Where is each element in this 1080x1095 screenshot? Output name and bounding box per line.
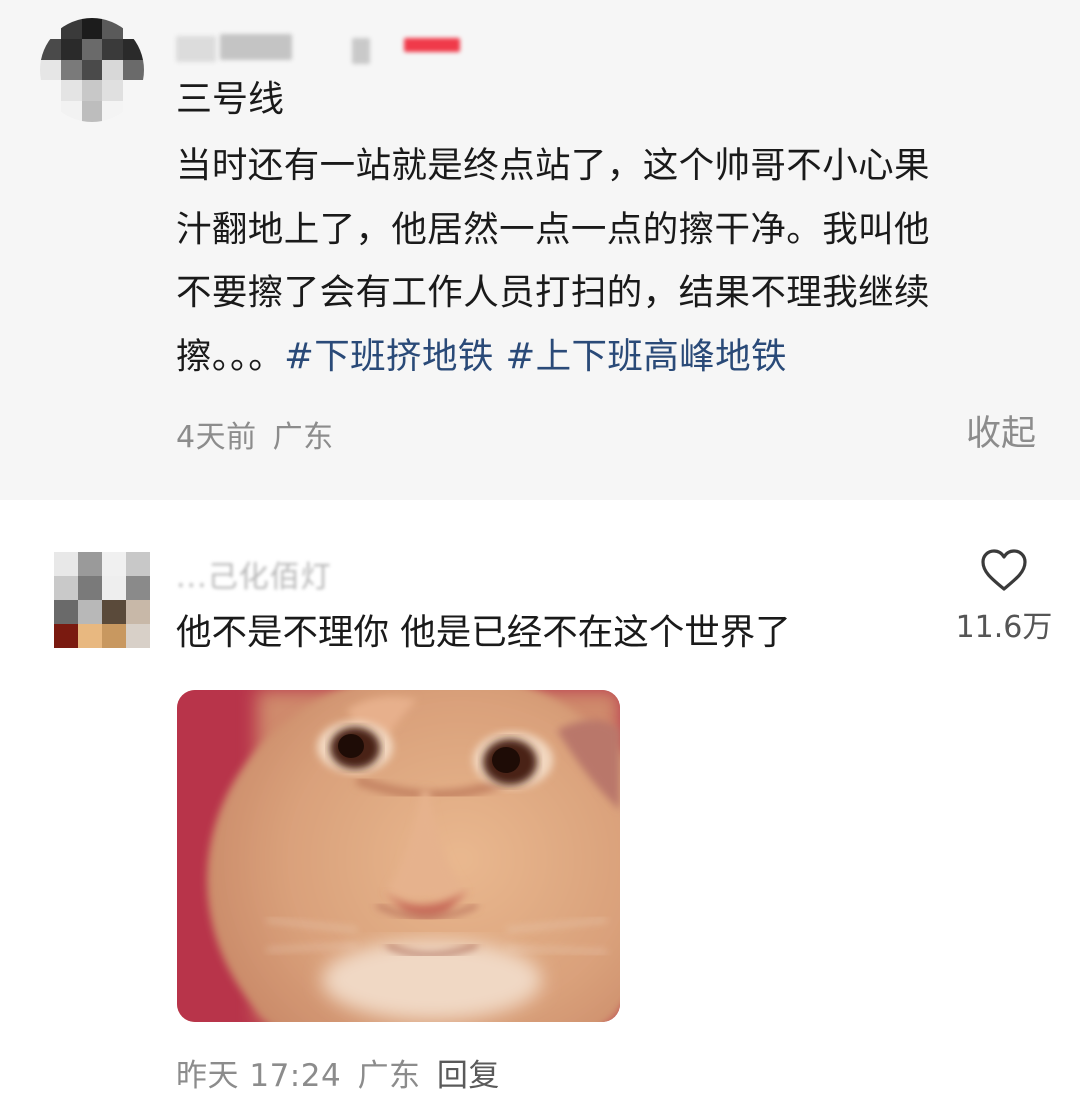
avatar-mosaic-tile: [54, 624, 78, 648]
avatar-mosaic-tile: [102, 600, 126, 624]
avatar-mosaic-tile: [78, 576, 102, 600]
avatar-mosaic-tile: [123, 80, 144, 102]
avatar-mosaic-tile: [81, 59, 103, 81]
avatar-mosaic-tile: [78, 552, 102, 576]
avatar-mosaic-tile: [81, 18, 103, 39]
avatar-mosaic-tile: [40, 80, 61, 102]
like-count: 11.6万: [955, 610, 1053, 645]
avatar-mosaic-tile: [54, 600, 78, 624]
avatar-mosaic-tile: [40, 101, 61, 122]
post-time: 4天前: [176, 420, 257, 455]
avatar-mosaic-tile: [126, 600, 150, 624]
avatar-mosaic-tile: [60, 38, 82, 60]
avatar-mosaic-tile: [102, 552, 126, 576]
avatar-mosaic-tile: [40, 59, 61, 81]
avatar-mosaic-tile: [102, 18, 124, 39]
avatar-mosaic-tile: [102, 576, 126, 600]
comment-author-name[interactable]: ...己化佰灯: [176, 552, 332, 596]
avatar-mosaic-tile: [126, 576, 150, 600]
reply-button[interactable]: 回复: [437, 1058, 500, 1094]
avatar-mosaic-tile: [40, 38, 61, 60]
avatar-mosaic-tile: [123, 59, 144, 81]
avatar-mosaic-tile: [102, 101, 124, 122]
hashtag-link[interactable]: #下班挤地铁: [284, 336, 494, 377]
avatar-mosaic-tile: [81, 38, 103, 60]
post-body: 当时还有一站就是终点站了，这个帅哥不小心果 汁翻地上了，他居然一点一点的擦干净。…: [176, 134, 1036, 388]
avatar-mosaic-tile: [81, 101, 103, 122]
comment-meta: 昨天 17:24 广东 回复: [176, 1050, 500, 1095]
comment-time: 昨天 17:24: [176, 1058, 342, 1094]
post-title: 三号线: [176, 79, 285, 120]
avatar-mosaic-tile: [60, 80, 82, 102]
post-meta: 4天前 广东: [176, 412, 334, 456]
avatar-mosaic-tile: [123, 18, 144, 39]
post-author-badge: [352, 38, 370, 64]
post-author-name-part: [220, 34, 292, 60]
avatar-mosaic-tile: [54, 576, 78, 600]
like-button[interactable]: 11.6万: [952, 548, 1056, 646]
avatar-mosaic-tile: [123, 101, 144, 122]
post-card: 三号线 当时还有一站就是终点站了，这个帅哥不小心果 汁翻地上了，他居然一点一点的…: [0, 0, 1080, 500]
avatar-mosaic-tile: [78, 624, 102, 648]
avatar-mosaic-tile: [81, 80, 103, 102]
avatar-mosaic-tile: [102, 59, 124, 81]
avatar-mosaic-tile: [102, 624, 126, 648]
comment-text: 他不是不理你 他是已经不在这个世界了: [176, 612, 791, 653]
avatar-mosaic-tile: [40, 18, 61, 39]
avatar-mosaic-tile: [102, 80, 124, 102]
comment-author-avatar[interactable]: [54, 552, 150, 648]
avatar-mosaic-tile: [78, 600, 102, 624]
post-body-line: 汁翻地上了，他居然一点一点的擦干净。我叫他: [176, 208, 930, 250]
avatar-mosaic-tile: [123, 38, 144, 60]
post-body-last-line: 擦。。。#下班挤地铁 #上下班高峰地铁: [176, 325, 1036, 389]
hashtag-link[interactable]: #上下班高峰地铁: [505, 336, 786, 377]
post-location: 广东: [272, 420, 334, 455]
collapse-button[interactable]: 收起: [966, 405, 1036, 456]
avatar-mosaic-tile: [60, 101, 82, 122]
avatar-mosaic-tile: [60, 18, 82, 39]
post-body-line: 当时还有一站就是终点站了，这个帅哥不小心果: [176, 145, 930, 186]
post-author-badge-red: [404, 38, 460, 52]
post-author-name[interactable]: [176, 36, 216, 62]
comment-location: 广东: [357, 1058, 421, 1094]
heart-outline-icon: [981, 549, 1027, 591]
cat-meme-illustration: [177, 690, 620, 1022]
post-body-line: 不要擦了会有工作人员打扫的，结果不理我继续: [176, 272, 930, 313]
avatar-mosaic-tile: [126, 552, 150, 576]
post-author-avatar[interactable]: [40, 18, 144, 122]
avatar-mosaic-tile: [60, 59, 82, 81]
comment-cat-image[interactable]: [177, 690, 620, 1022]
avatar-mosaic-tile: [54, 552, 78, 576]
post-body-text: 擦。。。: [176, 335, 285, 377]
avatar-mosaic-tile: [102, 38, 124, 60]
avatar-mosaic-tile: [126, 624, 150, 648]
